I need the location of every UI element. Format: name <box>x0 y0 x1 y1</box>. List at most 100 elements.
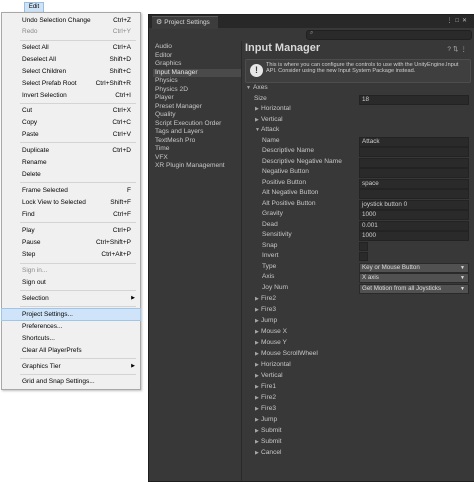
settings-menu-icon[interactable]: ⋮ <box>461 46 470 53</box>
size-field[interactable]: 18 <box>359 94 469 105</box>
snap-checkbox[interactable] <box>359 241 368 251</box>
sidebar-item-graphics[interactable]: Graphics <box>155 60 239 68</box>
dropdown-arrow-icon: ▼ <box>460 275 465 281</box>
preset-icon[interactable]: ⇅ <box>453 46 460 53</box>
axis-foldout[interactable]: ▶ Cancel <box>245 448 471 458</box>
descriptive-name-field[interactable] <box>359 147 469 157</box>
menu-item-play[interactable]: Play Ctrl+P <box>2 225 140 236</box>
dead-field[interactable]: 0.001 <box>359 220 469 231</box>
dropdown-arrow-icon: ▼ <box>460 285 465 292</box>
sidebar-item-quality[interactable]: Quality <box>155 111 239 119</box>
sidebar-divider[interactable] <box>241 41 242 481</box>
maximize-icon[interactable]: □ <box>455 18 462 24</box>
menu-item-redo[interactable]: Redo Ctrl+Y <box>2 26 140 37</box>
positive-button-field[interactable]: space <box>359 178 469 189</box>
menu-item-shortcuts[interactable]: Shortcuts... <box>2 333 140 344</box>
gravity-field[interactable]: 1000 <box>359 210 469 220</box>
gear-icon: ⚙ <box>156 19 163 26</box>
sidebar-item-tags-and-layers[interactable]: Tags and Layers <box>155 128 239 136</box>
axis-dropdown[interactable]: X axis ▼ <box>359 273 469 283</box>
axis-foldout[interactable]: ▶ Submit <box>245 437 471 447</box>
window-titlebar: ⚙ Project Settings ⋮□✕ <box>149 15 474 29</box>
menu-item-select-all[interactable]: Select All Ctrl+A <box>2 42 140 53</box>
menu-item-select-prefab-root[interactable]: Select Prefab Root Ctrl+Shift+R <box>2 78 140 89</box>
axis-foldout[interactable]: ▶ Mouse ScrollWheel <box>245 349 471 359</box>
joy-num-dropdown[interactable]: Get Motion from all Joysticks ▼ <box>359 283 469 294</box>
menu-item-copy[interactable]: Copy Ctrl+C <box>2 117 140 128</box>
menu-item-rename[interactable]: Rename <box>2 157 140 168</box>
axis-foldout[interactable]: ▶ Mouse X <box>245 327 471 337</box>
invert-checkbox[interactable] <box>359 252 368 261</box>
axis-foldout[interactable]: ▶ Horizontal <box>245 360 471 370</box>
prop-snap: Snap <box>245 241 471 251</box>
window-tab[interactable]: ⚙ Project Settings <box>152 16 218 29</box>
axis-foldout[interactable]: ▶ Fire3 <box>245 305 471 315</box>
menu-separator <box>20 374 136 375</box>
axis-foldout[interactable]: ▶ Fire1 <box>245 382 471 392</box>
header-icons: ?⇅⋮ <box>447 45 469 53</box>
menu-item-frame-selected[interactable]: Frame Selected F <box>2 185 140 196</box>
collapsed-arrow-icon: ▶ <box>255 405 259 412</box>
type-dropdown[interactable]: Key or Mouse Button ▼ <box>359 262 469 273</box>
axis-foldout[interactable]: ▶ Fire2 <box>245 294 471 304</box>
axis-foldout[interactable]: ▶ Vertical <box>245 371 471 381</box>
menu-separator <box>20 358 136 359</box>
axis-foldout[interactable]: ▶ Mouse Y <box>245 338 471 348</box>
submenu-arrow-icon: ▶ <box>131 363 135 369</box>
close-icon[interactable]: ✕ <box>462 18 470 24</box>
menu-item-paste[interactable]: Paste Ctrl+V <box>2 129 140 140</box>
sidebar-item-physics-2d[interactable]: Physics 2D <box>155 86 239 94</box>
menu-item-undo[interactable]: Undo Selection Change Ctrl+Z <box>2 15 140 26</box>
menu-item-delete[interactable]: Delete <box>2 169 140 180</box>
sidebar-item-player[interactable]: Player <box>155 94 239 102</box>
axis-foldout-attack[interactable]: ▼ Attack <box>245 125 471 135</box>
menu-item-graphics-tier[interactable]: Graphics Tier ▶ <box>2 361 140 372</box>
menu-item-project-settings[interactable]: Project Settings... <box>1 308 141 321</box>
axis-foldout-horizontal[interactable]: ▶ Horizontal <box>245 104 471 114</box>
menu-item-duplicate[interactable]: Duplicate Ctrl+D <box>2 145 140 156</box>
sidebar-item-xr-plugin-management[interactable]: XR Plugin Management <box>155 162 239 170</box>
menu-item-select-children[interactable]: Select Children Shift+C <box>2 66 140 77</box>
negative-button-field[interactable] <box>359 168 469 178</box>
sidebar-item-script-execution-order[interactable]: Script Execution Order <box>155 120 239 128</box>
sensitivity-field[interactable]: 1000 <box>359 231 469 241</box>
alt-positive-button-field[interactable]: joystick button 0 <box>359 199 469 210</box>
window-controls: ⋮□✕ <box>446 17 470 24</box>
descriptive-negative-name-field[interactable] <box>359 157 469 168</box>
menu-item-sign-in[interactable]: Sign in... <box>2 265 140 276</box>
axis-foldout-vertical[interactable]: ▶ Vertical <box>245 115 471 125</box>
sidebar-item-physics[interactable]: Physics <box>155 77 239 85</box>
name-field[interactable]: Attack <box>359 136 469 147</box>
axis-foldout[interactable]: ▶ Jump <box>245 316 471 326</box>
axes-foldout[interactable]: ▼ Axes <box>245 83 471 93</box>
menu-item-pause[interactable]: Pause Ctrl+Shift+P <box>2 237 140 248</box>
sidebar-item-time[interactable]: Time <box>155 145 239 153</box>
menu-item-clear-playerprefs[interactable]: Clear All PlayerPrefs <box>2 345 140 356</box>
alt-negative-button-field[interactable] <box>359 189 469 199</box>
menu-item-lock-view[interactable]: Lock View to Selected Shift+F <box>2 197 140 208</box>
menu-item-sign-out[interactable]: Sign out <box>2 277 140 288</box>
menu-item-preferences[interactable]: Preferences... <box>2 321 140 332</box>
sidebar-item-input-manager[interactable]: Input Manager <box>153 68 241 77</box>
collapsed-arrow-icon: ▶ <box>255 116 259 123</box>
sidebar-item-preset-manager[interactable]: Preset Manager <box>155 103 239 111</box>
sidebar-item-vfx[interactable]: VFX <box>155 154 239 162</box>
expanded-arrow-icon: ▼ <box>246 85 251 91</box>
axis-foldout[interactable]: ▶ Fire3 <box>245 404 471 414</box>
menu-item-grid-snap[interactable]: Grid and Snap Settings... <box>2 376 140 387</box>
menu-item-deselect-all[interactable]: Deselect All Shift+D <box>2 54 140 65</box>
axis-foldout[interactable]: ▶ Jump <box>245 415 471 425</box>
menu-item-invert-selection[interactable]: Invert Selection Ctrl+I <box>2 90 140 101</box>
menu-item-selection[interactable]: Selection ▶ <box>2 293 140 304</box>
menu-item-find[interactable]: Find Ctrl+F <box>2 209 140 220</box>
search-input[interactable]: ⌕ <box>306 30 472 40</box>
menu-item-cut[interactable]: Cut Ctrl+X <box>2 105 140 116</box>
axis-foldout[interactable]: ▶ Fire2 <box>245 393 471 403</box>
sidebar-item-textmesh-pro[interactable]: TextMesh Pro <box>155 137 239 145</box>
collapsed-arrow-icon: ▶ <box>255 416 259 423</box>
sidebar-item-audio[interactable]: Audio <box>155 43 239 51</box>
axis-foldout[interactable]: ▶ Submit <box>245 426 471 436</box>
sidebar-item-editor[interactable]: Editor <box>155 52 239 60</box>
more-options-icon[interactable]: ⋮ <box>446 18 455 24</box>
menu-item-step[interactable]: Step Ctrl+Alt+P <box>2 249 140 260</box>
